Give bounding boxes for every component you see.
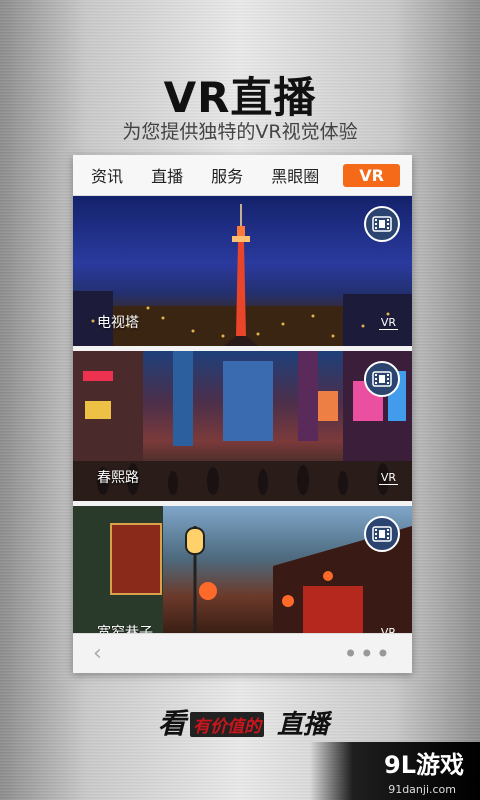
slogan-part-live: 直播 [277,710,330,740]
card-title: 电视塔 [97,315,139,331]
film-icon[interactable] [364,516,400,552]
tab-bar: 资讯 直播 服务 黑眼圈 VR [73,155,412,196]
slogan-logo: 看 有价值的 直播 [150,702,350,742]
card-title: 春熙路 [97,470,139,486]
tab-news[interactable]: 资讯 [87,159,127,191]
tab-service[interactable]: 服务 [207,159,247,191]
chevron-left-icon[interactable]: ‹ [93,641,102,666]
page-subtitle: 为您提供独特的VR视觉体验 [122,121,358,143]
vr-badge: VR [378,471,398,485]
film-icon[interactable] [364,361,400,397]
slogan-part-valuable: 有价值的 [190,712,264,737]
bottom-nav-bar: ‹ ••• [73,633,412,673]
slogan-part-kan: 看 [158,707,187,740]
watermark: 9L游戏 91danji.com [310,742,480,800]
vr-badge: VR [378,316,398,330]
tab-live[interactable]: 直播 [147,159,187,191]
video-card-tv-tower[interactable]: 电视塔 VR [73,196,412,346]
page-title: VR直播 [163,73,317,122]
video-card-chunxi-road[interactable]: 春熙路 VR [73,351,412,501]
phone-screen: 资讯 直播 服务 黑眼圈 VR 电视塔 VR 春熙路 VR ‹ ••• [73,155,412,673]
watermark-url: 91danji.com [388,783,456,796]
tab-dark-circles[interactable]: 黑眼圈 [267,159,323,191]
tab-vr[interactable]: VR [343,163,400,187]
more-dots-icon[interactable]: ••• [344,642,392,666]
watermark-logo-text: 9L游戏 [384,751,464,779]
film-icon[interactable] [364,206,400,242]
